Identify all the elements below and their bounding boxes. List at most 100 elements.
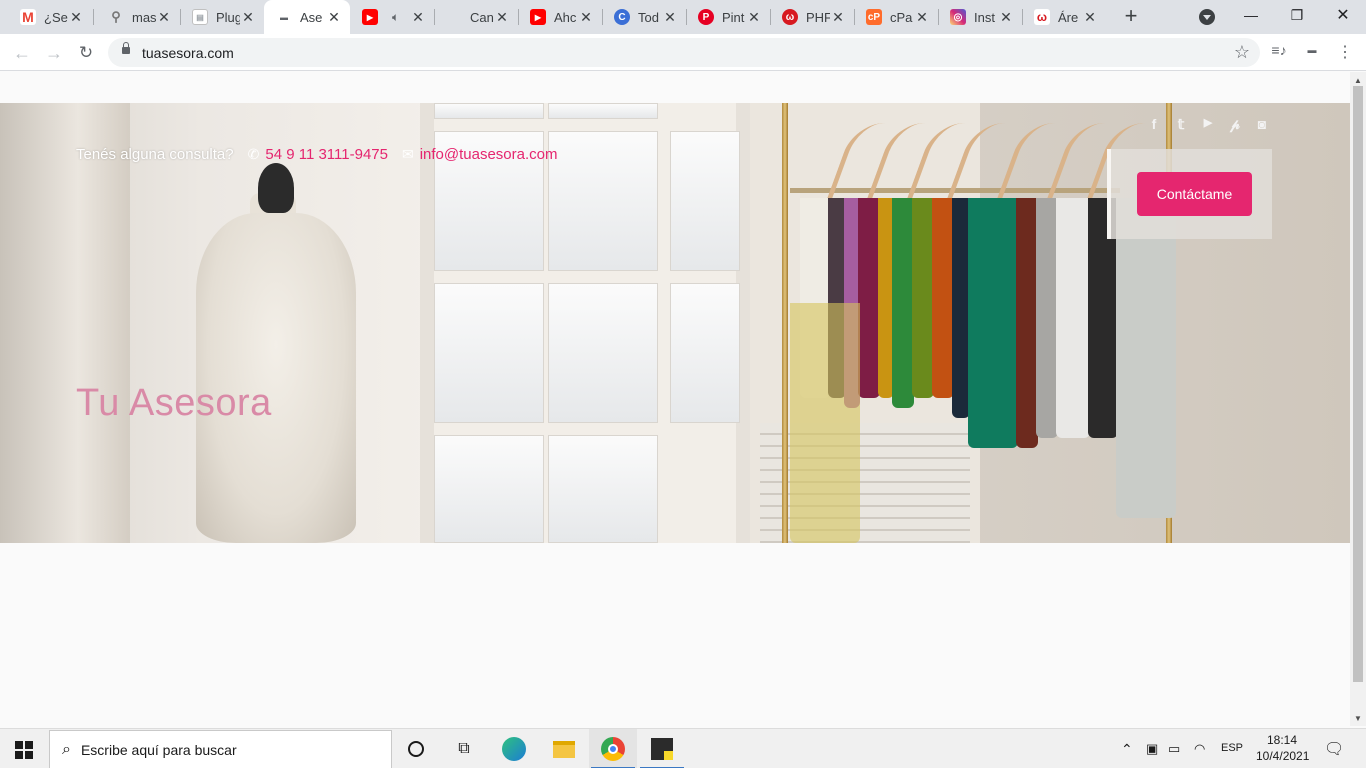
address-bar[interactable]: tuasesora.com ☆	[108, 38, 1260, 67]
circle-c-icon: C	[614, 9, 630, 25]
taskbar-search[interactable]: ⌕ Escribe aquí para buscar	[49, 730, 392, 768]
email-link[interactable]: info@tuasesora.com	[420, 146, 558, 163]
taskbar: ⌕ Escribe aquí para buscar ⧉ ⌃ ▣ ▭ ◠ ESP…	[0, 728, 1366, 768]
tab-title: mas	[132, 9, 156, 25]
forward-icon[interactable]: →	[41, 40, 67, 66]
contact-prompt: Tenés alguna consulta?	[76, 146, 234, 163]
meet-now-icon[interactable]: ▣	[1146, 741, 1158, 757]
system-clock[interactable]: 18:14 10/4/2021	[1256, 732, 1310, 764]
contact-button[interactable]: Contáctame	[1137, 172, 1252, 216]
close-icon[interactable]: ✕	[1082, 9, 1098, 26]
tab-plugins[interactable]: ▤ Plug ✕	[180, 0, 264, 34]
bookmark-star-icon[interactable]: ☆	[1234, 42, 1250, 63]
instagram-icon[interactable]: ◙	[1254, 116, 1270, 132]
tab-youtube[interactable]: ▶ Ahc ✕	[518, 0, 602, 34]
plugin-icon: ⚲	[108, 9, 124, 25]
clock-date: 10/4/2021	[1256, 749, 1310, 763]
close-icon[interactable]: ✕	[326, 9, 342, 26]
wifi-icon[interactable]: ◠	[1194, 741, 1205, 757]
search-icon: ⌕	[62, 740, 71, 758]
task-view-icon[interactable]: ⧉	[440, 729, 488, 768]
mannequin-photo	[196, 213, 356, 543]
notifications-icon[interactable]: 🗨︎	[1324, 739, 1344, 759]
tab-pinterest[interactable]: P Pint ✕	[686, 0, 770, 34]
file-explorer-icon[interactable]	[540, 729, 588, 768]
scroll-down-icon[interactable]: ▼	[1354, 714, 1362, 723]
tab-mas[interactable]: ⚲ mas ✕	[96, 0, 180, 34]
scroll-up-icon[interactable]: ▲	[1354, 76, 1362, 85]
windows-start-icon[interactable]	[15, 741, 33, 759]
youtube-icon[interactable]: ▶	[1200, 116, 1216, 132]
webhost-icon: ω	[782, 9, 798, 25]
facebook-icon[interactable]: f	[1146, 116, 1162, 132]
tab-youtube-audio[interactable]: ▶ 🔈︎ ✕	[350, 0, 434, 34]
web-page: Tenés alguna consulta? ✆ 54 9 11 3111-94…	[0, 72, 1350, 726]
extension-icon[interactable]: ▬	[1302, 45, 1322, 65]
tab-title: Ahc	[554, 9, 577, 25]
close-icon[interactable]: ✕	[410, 9, 426, 26]
sticky-notes-icon[interactable]	[638, 729, 686, 768]
pinterest-icon[interactable]: 𝓅	[1227, 116, 1243, 132]
tab-title: cPa	[890, 9, 913, 25]
close-icon[interactable]: ✕	[240, 9, 256, 26]
close-icon[interactable]: ✕	[662, 9, 678, 26]
webhost-icon: ω	[1034, 9, 1050, 25]
minimize-button[interactable]: —	[1228, 0, 1274, 30]
scroll-thumb[interactable]	[1353, 86, 1363, 682]
tab-asesora[interactable]: ▬ Ase ✕	[264, 0, 350, 34]
edge-icon[interactable]	[490, 729, 538, 768]
tab-instagram[interactable]: ◎ Inst ✕	[938, 0, 1022, 34]
speaker-icon[interactable]: 🔈︎	[392, 10, 399, 25]
close-icon[interactable]: ✕	[746, 9, 762, 26]
url-text[interactable]: tuasesora.com	[142, 45, 234, 61]
site-title[interactable]: Tu Asesora	[76, 382, 272, 425]
tab-area[interactable]: ω Áre ✕	[1022, 0, 1106, 34]
tab-title: Pint	[722, 9, 745, 25]
close-icon[interactable]: ✕	[578, 9, 594, 26]
phone-link[interactable]: 54 9 11 3111-9475	[265, 146, 388, 163]
close-icon[interactable]: ✕	[156, 9, 172, 26]
cortana-icon[interactable]	[392, 729, 440, 768]
tab-cpanel[interactable]: cP cPa ✕	[854, 0, 938, 34]
page-icon: ▬	[276, 9, 292, 25]
close-icon[interactable]: ✕	[830, 9, 846, 26]
close-icon[interactable]: ✕	[68, 9, 84, 26]
search-placeholder[interactable]: Escribe aquí para buscar	[81, 742, 237, 758]
instagram-icon: ◎	[950, 9, 966, 25]
chrome-icon[interactable]	[589, 729, 637, 768]
close-icon[interactable]: ✕	[494, 9, 510, 26]
tab-php[interactable]: ω PHF ✕	[770, 0, 854, 34]
canva-icon	[446, 9, 462, 25]
pinterest-icon: P	[698, 9, 714, 25]
close-icon[interactable]: ✕	[998, 9, 1014, 26]
tab-gmail[interactable]: M ¿Se ✕	[8, 0, 92, 34]
close-window-button[interactable]: ✕	[1320, 0, 1366, 30]
gmail-icon: M	[20, 9, 36, 25]
back-icon[interactable]: ←	[9, 40, 35, 66]
close-icon[interactable]: ✕	[914, 9, 930, 26]
tab-title: PHF	[806, 9, 830, 25]
new-tab-button[interactable]: +	[1119, 5, 1143, 29]
tab-title: Tod	[638, 9, 659, 25]
browser-toolbar: ← → ↻ tuasesora.com ☆ ≡♪ ▬ ⋮	[0, 34, 1366, 71]
tab-search-icon[interactable]	[1199, 9, 1215, 25]
twitter-icon[interactable]: 𝕥	[1173, 116, 1189, 132]
battery-icon[interactable]: ▭	[1168, 741, 1180, 757]
clock-time: 18:14	[1266, 733, 1298, 747]
chevron-up-icon[interactable]: ⌃	[1121, 741, 1133, 758]
page-scrollbar[interactable]: ▲ ▼	[1350, 72, 1366, 726]
contact-bar: Tenés alguna consulta? ✆ 54 9 11 3111-94…	[76, 146, 558, 163]
youtube-icon: ▶	[362, 9, 378, 25]
tab-canva[interactable]: Can ✕	[434, 0, 518, 34]
menu-kebab-icon[interactable]: ⋮	[1335, 42, 1355, 62]
media-control-icon[interactable]: ≡♪	[1269, 42, 1289, 62]
cpanel-icon: cP	[866, 9, 882, 25]
tab-title: Plug	[216, 9, 240, 25]
tab-tod[interactable]: C Tod ✕	[602, 0, 686, 34]
tab-title: ¿Se	[44, 9, 68, 25]
page-icon: ▤	[192, 9, 208, 25]
language-indicator[interactable]: ESP	[1221, 742, 1243, 754]
maximize-button[interactable]: ❐	[1274, 0, 1320, 30]
lock-icon[interactable]	[122, 42, 130, 54]
reload-icon[interactable]: ↻	[73, 40, 99, 66]
